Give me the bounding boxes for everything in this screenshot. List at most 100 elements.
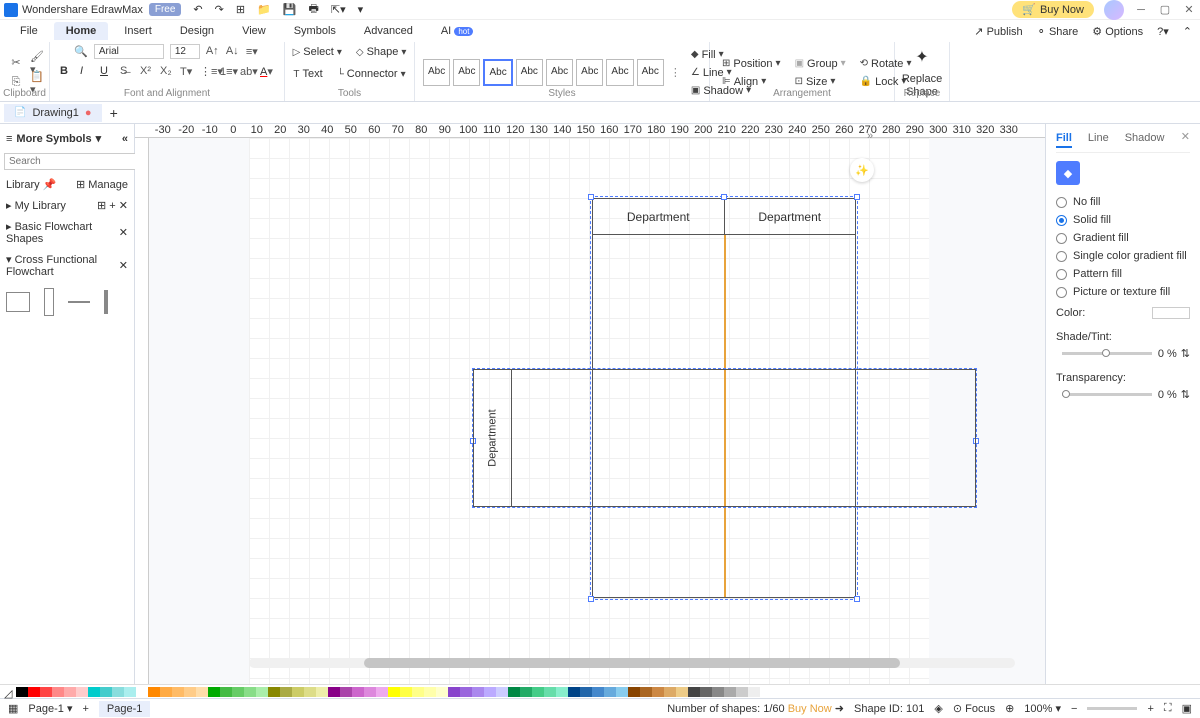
- palette-swatch[interactable]: [640, 687, 652, 697]
- focus-button[interactable]: ⊙ Focus: [953, 702, 995, 715]
- palette-swatch[interactable]: [280, 687, 292, 697]
- palette-swatch[interactable]: [388, 687, 400, 697]
- case-icon[interactable]: T▾: [180, 65, 194, 79]
- page-dropdown[interactable]: Page-1 ▾: [28, 702, 72, 715]
- ai-badge-icon[interactable]: ✨: [850, 158, 874, 182]
- buy-now-button[interactable]: 🛒 Buy Now: [1012, 1, 1094, 18]
- my-library-item[interactable]: ▸ My Library⊞ + ✕: [4, 195, 130, 216]
- canvas[interactable]: Department Department Department ✨: [149, 138, 1045, 684]
- page-view-icon[interactable]: ▦: [8, 702, 18, 715]
- new-icon[interactable]: ⊞: [236, 3, 245, 16]
- menu-home[interactable]: Home: [54, 22, 109, 40]
- palette-swatch[interactable]: [316, 687, 328, 697]
- palette-swatch[interactable]: [484, 687, 496, 697]
- menu-ai[interactable]: AI hot: [429, 22, 486, 40]
- zoom-level[interactable]: 100% ▾: [1024, 702, 1061, 715]
- zoom-slider[interactable]: [1087, 707, 1137, 710]
- replace-shape-icon[interactable]: ✦: [915, 47, 928, 67]
- add-tab-icon[interactable]: +: [102, 105, 126, 121]
- qat-more-icon[interactable]: ▾: [358, 3, 364, 16]
- export-icon[interactable]: ⇱▾: [331, 3, 346, 16]
- paper[interactable]: Department Department Department ✨: [249, 138, 929, 684]
- palette-swatch[interactable]: [64, 687, 76, 697]
- style-preset-3[interactable]: Abc: [483, 59, 512, 86]
- fit-icon[interactable]: ⊕: [1005, 702, 1014, 715]
- palette-swatch[interactable]: [352, 687, 364, 697]
- position-button[interactable]: ⊞ Position▾: [718, 56, 785, 72]
- trans-stepper[interactable]: ⇅: [1181, 388, 1190, 401]
- publish-link[interactable]: ↗ Publish: [974, 25, 1022, 38]
- minimize-icon[interactable]: ─: [1134, 3, 1148, 17]
- palette-swatch[interactable]: [208, 687, 220, 697]
- shade-stepper[interactable]: ⇅: [1181, 347, 1190, 360]
- palette-swatch[interactable]: [40, 687, 52, 697]
- palette-swatch[interactable]: [748, 687, 760, 697]
- palette-swatch[interactable]: [532, 687, 544, 697]
- menu-view[interactable]: View: [230, 22, 278, 40]
- style-preset-8[interactable]: Abc: [637, 59, 664, 86]
- palette-swatch[interactable]: [244, 687, 256, 697]
- collapse-right-icon[interactable]: »: [867, 130, 887, 144]
- palette-swatch[interactable]: [568, 687, 580, 697]
- maximize-icon[interactable]: ▢: [1158, 3, 1172, 17]
- underline-icon[interactable]: U: [100, 65, 114, 79]
- palette-swatch[interactable]: [616, 687, 628, 697]
- palette-swatch[interactable]: [28, 687, 40, 697]
- palette-swatch[interactable]: [196, 687, 208, 697]
- palette-swatch[interactable]: [232, 687, 244, 697]
- highlight-icon[interactable]: ab▾: [240, 65, 254, 79]
- undo-icon[interactable]: ↶: [193, 3, 202, 16]
- palette-swatch[interactable]: [340, 687, 352, 697]
- bullets-icon[interactable]: ⋮≡▾: [200, 65, 214, 79]
- palette-swatch[interactable]: [592, 687, 604, 697]
- palette-swatch[interactable]: [520, 687, 532, 697]
- print-icon[interactable]: 🖶: [308, 0, 318, 19]
- palette-swatch[interactable]: [148, 687, 160, 697]
- close-icon[interactable]: ✕: [1182, 3, 1196, 17]
- close-panel-icon[interactable]: ✕: [1181, 130, 1190, 148]
- italic-icon[interactable]: I: [80, 65, 94, 79]
- pattern-fill-radio[interactable]: [1056, 269, 1067, 280]
- zoom-in-icon[interactable]: +: [1147, 703, 1153, 715]
- palette-swatch[interactable]: [172, 687, 184, 697]
- numbering-icon[interactable]: 1≡▾: [220, 65, 234, 79]
- cross-functional-item[interactable]: ▾ Cross Functional Flowchart✕: [4, 249, 130, 282]
- palette-swatch[interactable]: [688, 687, 700, 697]
- palette-swatch[interactable]: [496, 687, 508, 697]
- line-tab[interactable]: Line: [1088, 130, 1109, 148]
- add-page-icon[interactable]: +: [82, 703, 88, 715]
- palette-swatch[interactable]: [412, 687, 424, 697]
- style-preset-2[interactable]: Abc: [453, 59, 480, 86]
- select-button[interactable]: ▷ Select▾: [289, 44, 346, 60]
- gradient-fill-radio[interactable]: [1056, 233, 1067, 244]
- palette-swatch[interactable]: [76, 687, 88, 697]
- collapse-ribbon-icon[interactable]: ⌃: [1183, 25, 1192, 38]
- shape-thumb-1[interactable]: [6, 292, 30, 312]
- text-button[interactable]: T Text: [289, 66, 326, 82]
- menu-file[interactable]: File: [8, 22, 50, 40]
- trans-slider[interactable]: [1062, 393, 1152, 396]
- palette-swatch[interactable]: [364, 687, 376, 697]
- superscript-icon[interactable]: X²: [140, 65, 154, 79]
- palette-swatch[interactable]: [376, 687, 388, 697]
- redo-icon[interactable]: ↷: [215, 3, 224, 16]
- style-preset-6[interactable]: Abc: [576, 59, 603, 86]
- no-fill-radio[interactable]: [1056, 197, 1067, 208]
- palette-swatch[interactable]: [628, 687, 640, 697]
- palette-swatch[interactable]: [16, 687, 28, 697]
- increase-font-icon[interactable]: A↑: [206, 45, 220, 59]
- palette-swatch[interactable]: [52, 687, 64, 697]
- style-preset-7[interactable]: Abc: [606, 59, 633, 86]
- palette-swatch[interactable]: [448, 687, 460, 697]
- palette-swatch[interactable]: [676, 687, 688, 697]
- connector-button[interactable]: └ Connector▾: [333, 66, 410, 82]
- style-preset-5[interactable]: Abc: [546, 59, 573, 86]
- menu-insert[interactable]: Insert: [112, 22, 164, 40]
- palette-swatch[interactable]: [652, 687, 664, 697]
- fill-bucket-icon[interactable]: ◆: [1056, 161, 1080, 185]
- palette-swatch[interactable]: [736, 687, 748, 697]
- palette-swatch[interactable]: [304, 687, 316, 697]
- shadow-tab[interactable]: Shadow: [1125, 130, 1165, 148]
- palette-swatch[interactable]: [328, 687, 340, 697]
- user-avatar[interactable]: [1104, 0, 1124, 20]
